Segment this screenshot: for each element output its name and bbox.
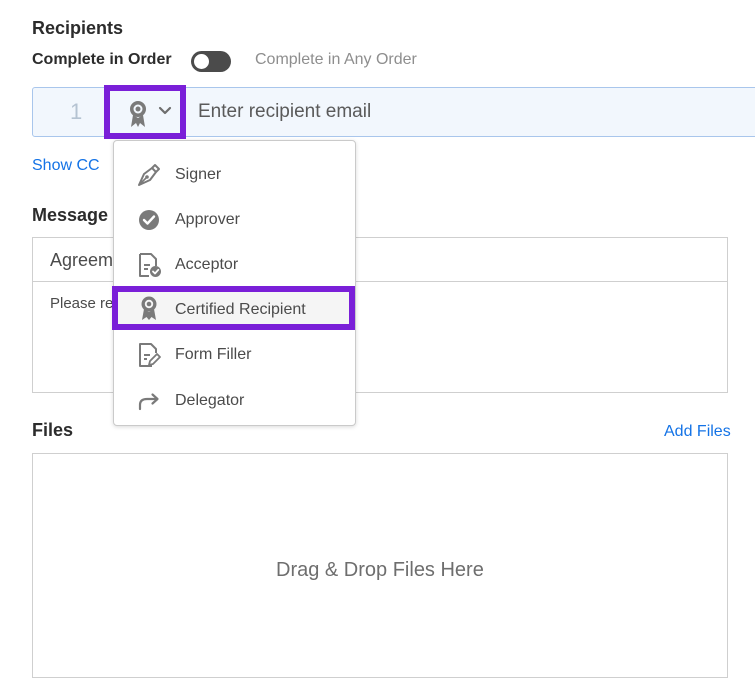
complete-any-order-label[interactable]: Complete in Any Order	[255, 51, 417, 69]
menu-item-certified-recipient[interactable]: Certified Recipient	[112, 286, 355, 330]
toggle-knob	[194, 54, 209, 69]
ribbon-badge-icon	[141, 296, 157, 320]
menu-item-acceptor[interactable]: Acceptor	[114, 245, 355, 285]
show-cc-link[interactable]: Show CC	[32, 157, 100, 175]
files-title: Files	[32, 420, 74, 440]
drop-zone-text: Drag & Drop Files Here	[276, 559, 484, 581]
recipients-title: Recipients	[32, 18, 124, 38]
menu-item-signer[interactable]: Signer	[114, 155, 355, 195]
ribbon-badge-icon	[130, 101, 146, 127]
menu-item-label: Delegator	[175, 392, 245, 409]
role-selector-button[interactable]	[104, 85, 186, 139]
menu-item-label: Signer	[175, 166, 222, 183]
menu-item-label: Form Filler	[175, 346, 252, 363]
order-toggle[interactable]	[191, 51, 231, 72]
complete-in-order-label[interactable]: Complete in Order	[32, 51, 172, 69]
message-subject-text: Agreem	[50, 250, 114, 270]
add-files-link[interactable]: Add Files	[664, 423, 731, 441]
menu-item-form-filler[interactable]: Form Filler	[114, 335, 355, 375]
message-body-text[interactable]: Please re	[50, 295, 113, 312]
menu-item-label: Certified Recipient	[175, 301, 306, 318]
menu-item-approver[interactable]: Approver	[114, 200, 355, 240]
checkmark-circle-icon	[139, 210, 159, 230]
menu-item-label: Approver	[175, 211, 240, 228]
role-dropdown-menu: Signer Approver Acceptor Certified Recip…	[112, 140, 356, 426]
menu-item-label: Acceptor	[175, 256, 239, 273]
recipient-number: 1	[70, 99, 83, 124]
forward-arrow-icon	[138, 393, 159, 411]
menu-item-delegator[interactable]: Delegator	[114, 381, 355, 421]
pen-nib-icon	[138, 164, 160, 186]
chevron-down-icon	[158, 106, 172, 115]
recipient-email-input[interactable]	[198, 101, 618, 123]
document-check-icon	[139, 253, 161, 277]
document-edit-icon	[139, 343, 161, 367]
message-title: Message	[32, 205, 109, 225]
